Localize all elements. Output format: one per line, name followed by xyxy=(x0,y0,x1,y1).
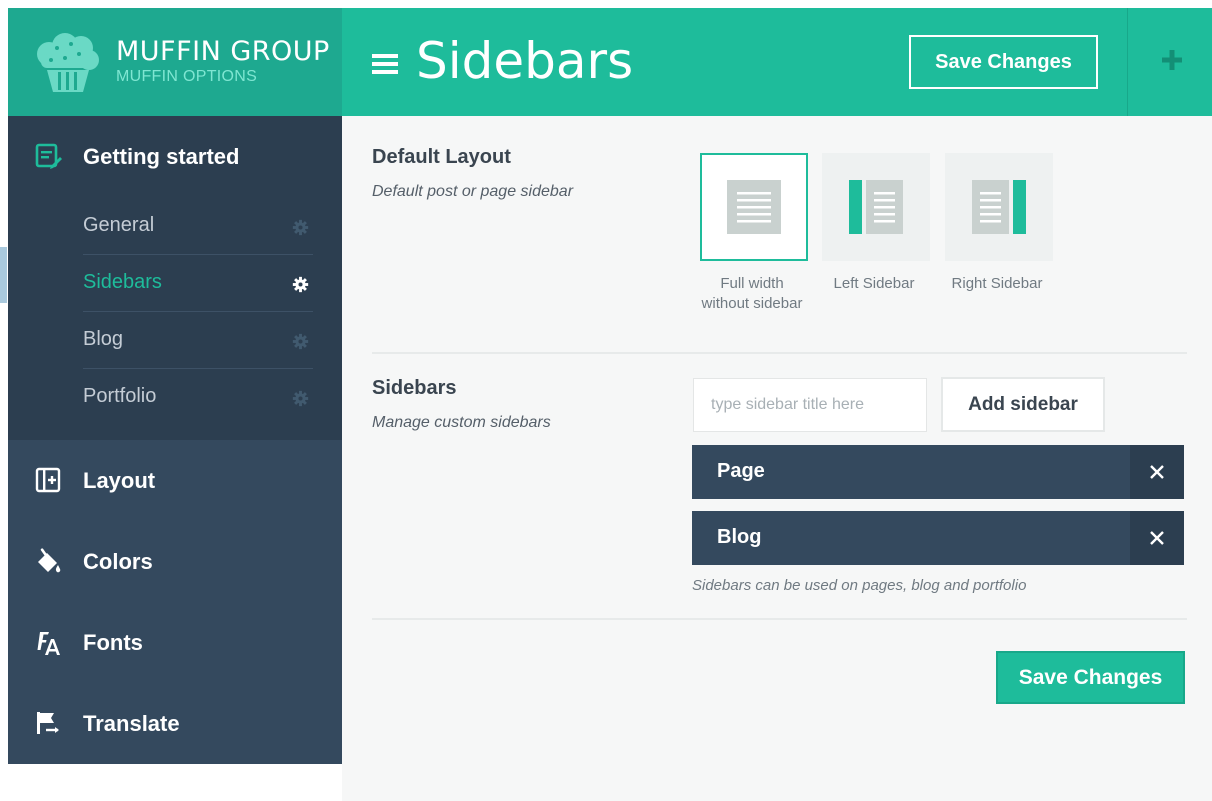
gear-icon xyxy=(292,276,309,293)
layout-option-label: Full width without sidebar xyxy=(687,274,817,314)
sidebar-item-layout[interactable]: Layout xyxy=(8,440,342,521)
main-content: Default Layout Default post or page side… xyxy=(342,116,1212,801)
sidebar-subitem-label: Portfolio xyxy=(83,385,157,407)
brand-name: MUFFIN GROUP xyxy=(116,36,330,67)
remove-sidebar-button[interactable] xyxy=(1130,511,1184,565)
sidebar-subitem-general[interactable]: General xyxy=(83,198,313,255)
sidebar-name: Blog xyxy=(717,526,762,548)
add-sidebar-button[interactable]: Add sidebar xyxy=(941,377,1105,432)
sidebar-subitem-portfolio[interactable]: Portfolio xyxy=(83,369,313,426)
gear-icon xyxy=(292,219,309,236)
layout-icon xyxy=(35,467,61,493)
sidebar-item-label: Getting started xyxy=(83,144,240,169)
full-width-layout-icon xyxy=(727,180,781,234)
layout-option-label-line: without sidebar xyxy=(701,295,803,312)
sidebar-item-colors[interactable]: Colors xyxy=(8,521,342,602)
close-icon xyxy=(1150,465,1164,479)
sidebar-list-item: Blog xyxy=(692,511,1184,565)
layout-option-label-line: Full width xyxy=(720,275,784,292)
font-icon xyxy=(37,632,60,655)
section-divider xyxy=(372,618,1187,620)
layout-option-label: Right Sidebar xyxy=(951,275,1043,292)
sidebar-item-label: Colors xyxy=(83,549,153,574)
sidebar-subitem-sidebars[interactable]: Sidebars xyxy=(83,255,313,312)
sidebars-section-description: Manage custom sidebars xyxy=(372,414,551,431)
page-header: Sidebars Save Changes xyxy=(342,8,1212,116)
sidebar-subitem-label: Sidebars xyxy=(83,271,162,293)
gear-icon xyxy=(292,333,309,350)
left-sidebar-layout-icon xyxy=(849,180,903,234)
sidebar-item-label: Fonts xyxy=(83,630,143,655)
brand-header: MUFFIN GROUP MUFFIN OPTIONS xyxy=(8,8,342,116)
active-indicator xyxy=(0,247,7,303)
sidebar-item-label: Translate xyxy=(83,711,180,736)
layout-option-label: Left Sidebar xyxy=(833,275,915,292)
gear-icon xyxy=(292,390,309,407)
layout-option-full-width[interactable] xyxy=(700,153,808,261)
save-button[interactable]: Save Changes xyxy=(909,35,1098,89)
layout-option-right-sidebar[interactable] xyxy=(945,153,1053,261)
close-icon xyxy=(1150,531,1164,545)
page-title: Sidebars xyxy=(416,32,634,90)
sidebar-title-input[interactable]: type sidebar title here xyxy=(693,378,927,432)
section-divider xyxy=(372,352,1187,354)
sidebar-item-translate[interactable]: Translate xyxy=(8,683,342,764)
muffin-logo-icon xyxy=(37,33,99,92)
sidebar-nav: MUFFIN GROUP MUFFIN OPTIONS Getting star… xyxy=(8,8,342,764)
header-divider xyxy=(1127,8,1128,116)
sidebar-subitem-label: General xyxy=(83,214,155,236)
sidebar-list-item: Page xyxy=(692,445,1184,499)
default-layout-title: Default Layout xyxy=(372,146,511,168)
paint-bucket-icon xyxy=(38,548,61,573)
sidebars-section-title: Sidebars xyxy=(372,377,457,399)
flag-icon xyxy=(37,712,59,734)
plus-icon[interactable] xyxy=(1160,48,1184,72)
sidebar-item-label: Layout xyxy=(83,468,156,493)
sidebar-subitem-label: Blog xyxy=(83,328,124,350)
sidebar-item-getting-started[interactable]: Getting started xyxy=(8,116,342,198)
save-changes-button[interactable]: Save Changes xyxy=(996,651,1185,704)
sidebar-item-fonts[interactable]: Fonts xyxy=(8,602,342,683)
sidebar-name: Page xyxy=(717,460,765,482)
getting-started-group: Getting started General Sidebars Blog Po… xyxy=(8,116,342,440)
menu-icon[interactable] xyxy=(372,52,398,76)
remove-sidebar-button[interactable] xyxy=(1130,445,1184,499)
layout-option-left-sidebar[interactable] xyxy=(822,153,930,261)
edit-icon xyxy=(35,143,62,169)
sidebars-note: Sidebars can be used on pages, blog and … xyxy=(692,577,1027,594)
default-layout-description: Default post or page sidebar xyxy=(372,183,574,200)
right-sidebar-layout-icon xyxy=(972,180,1026,234)
sidebar-subitem-blog[interactable]: Blog xyxy=(83,312,313,369)
brand-subtitle: MUFFIN OPTIONS xyxy=(116,68,258,85)
